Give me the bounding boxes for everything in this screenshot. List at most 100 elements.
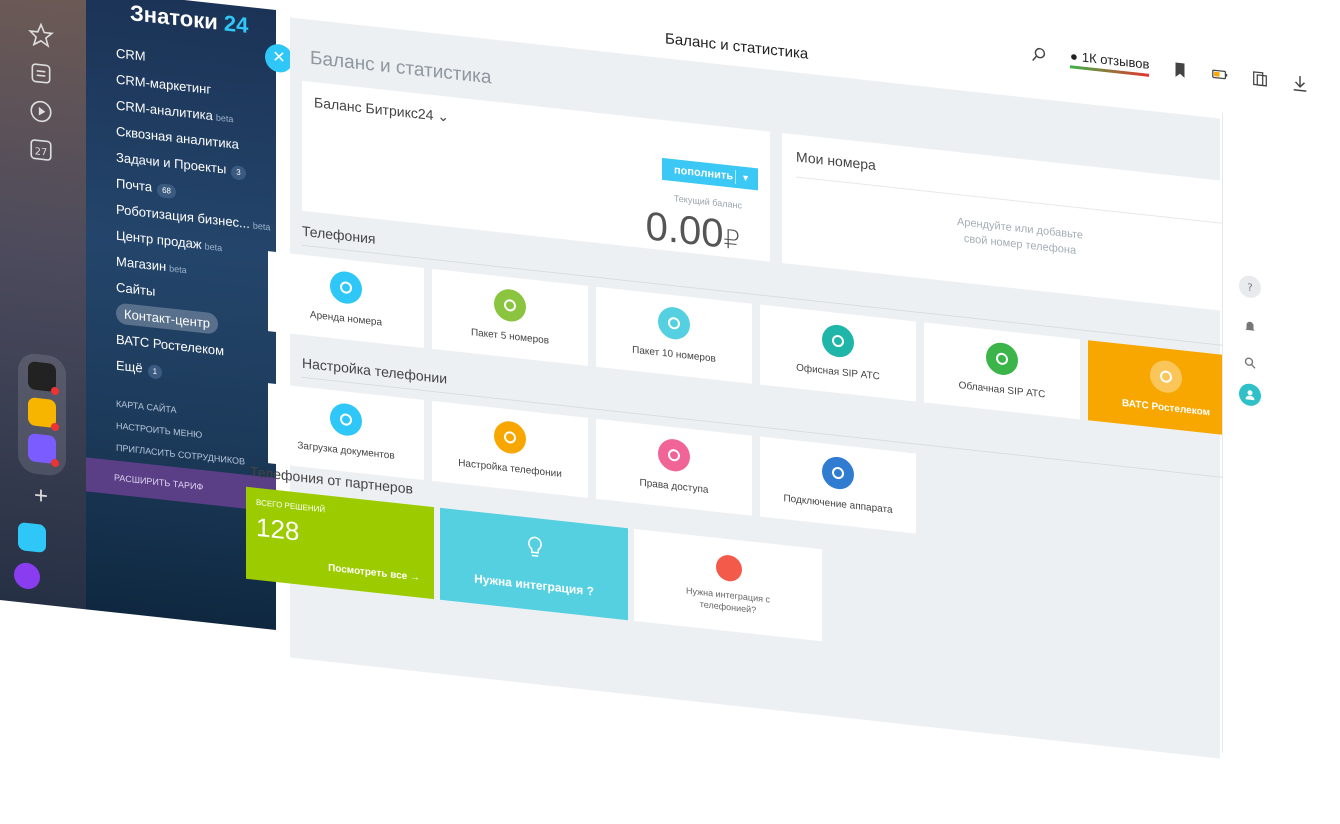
service-icon <box>1150 358 1182 395</box>
app-sparkle-icon[interactable] <box>28 361 59 396</box>
comment-icon: ● <box>1070 48 1078 65</box>
brand-name: Знатоки <box>130 0 218 35</box>
need-phone-integration-tile[interactable]: Нужна интеграция с телефонией? <box>634 528 822 642</box>
reviews-label: 1К отзывов <box>1081 49 1150 72</box>
app-mail-icon[interactable] <box>28 397 59 432</box>
service-tile[interactable]: Аренда номера <box>268 251 424 349</box>
calendar-icon[interactable]: 27 <box>28 135 54 164</box>
service-icon <box>822 455 854 491</box>
app-assistant-icon[interactable] <box>14 561 40 591</box>
sidebar-menu: CRM CRM-маркетинг CRM-аналитика beta Сквозна… <box>116 41 270 476</box>
service-icon <box>986 341 1018 377</box>
bell-icon[interactable] <box>1239 315 1261 339</box>
svg-text:?: ? <box>1247 283 1252 294</box>
beta-label: beta <box>169 263 187 276</box>
caret-down-icon[interactable]: ▼ <box>741 167 750 190</box>
ruble-sign: ₽ <box>723 223 740 256</box>
service-tile[interactable]: Настройка телефонии <box>432 400 588 498</box>
service-tile[interactable]: ВАТС Ростелеком✓ <box>1088 340 1250 438</box>
service-tile[interactable]: Офисная SIP АТС <box>760 304 916 402</box>
need-integration-tile[interactable]: Нужна интеграция ? <box>440 507 628 621</box>
section-settings: Настройка телефонии <box>302 354 448 387</box>
zoom-icon[interactable] <box>1030 45 1048 65</box>
sidebar-item-label: CRM-маркетинг <box>116 71 212 97</box>
star-icon[interactable] <box>28 21 54 50</box>
service-tile[interactable]: Пакет 10 номеров <box>596 286 752 384</box>
balance-value: 0.00₽ <box>645 204 740 257</box>
download-icon[interactable] <box>1291 73 1309 93</box>
my-numbers-title: Мои номера <box>796 148 876 174</box>
tabs-icon[interactable] <box>1251 69 1269 89</box>
topup-button[interactable]: пополнить ▼ <box>662 157 758 191</box>
play-icon[interactable] <box>28 97 54 126</box>
service-icon <box>494 419 526 456</box>
page-header-title: Баланс и статистика <box>665 30 809 63</box>
my-numbers-card: Мои номера Арендуйте или добавьте свой н… <box>782 132 1258 315</box>
service-icon <box>658 437 690 473</box>
add-icon[interactable]: + <box>28 482 54 512</box>
help-icon[interactable]: ? <box>1239 274 1261 299</box>
lightbulb-icon <box>522 533 548 562</box>
battery-icon[interactable] <box>1211 65 1229 85</box>
service-icon <box>822 323 854 359</box>
sidebar-item-label: Сайты <box>116 279 156 299</box>
service-icon <box>330 269 362 306</box>
service-tile-label: Аренда номера <box>309 309 383 329</box>
service-tile-label: Пакет 10 номеров <box>632 344 716 365</box>
beta-label: beta <box>204 241 223 254</box>
beta-label: beta <box>215 112 234 125</box>
service-tile[interactable]: Права доступа <box>596 418 752 516</box>
total-solutions-count: 128 <box>256 511 300 547</box>
service-tile-label: Подключение аппарата <box>783 493 893 516</box>
service-tile[interactable]: Облачная SIP АТС <box>924 322 1080 420</box>
service-tile-label: Настройка телефонии <box>458 457 562 481</box>
sidebar-item-label: Ещё <box>116 357 143 376</box>
user-avatar-icon[interactable] <box>1239 382 1261 407</box>
main-panel: Баланс и статистика Баланс Битрикс24 ⌄ п… <box>246 17 1258 759</box>
notes-icon[interactable] <box>28 59 54 88</box>
counter-badge: 1 <box>147 364 163 380</box>
service-tile[interactable]: Подключение аппарата <box>760 436 916 534</box>
service-tile[interactable]: Загрузка документов <box>268 383 424 481</box>
brand-title: Знатоки 24 <box>130 0 248 39</box>
page-title: Баланс и статистика <box>310 47 492 89</box>
app-send-icon[interactable] <box>18 521 46 553</box>
view-all-link[interactable]: Посмотреть все → <box>328 563 420 584</box>
beta-label: beta <box>252 220 271 233</box>
service-tile-label: Загрузка документов <box>297 440 395 462</box>
brand-number: 24 <box>223 10 249 38</box>
bookmark-icon[interactable] <box>1171 60 1189 80</box>
service-tile-label: Облачная SIP АТС <box>958 380 1046 401</box>
sidebar-item-label: Почта <box>116 175 153 195</box>
lightbulb-red-icon <box>716 553 742 583</box>
service-tile-label: Права доступа <box>639 477 709 496</box>
right-rail: ? <box>1222 112 1283 760</box>
counter-badge: 3 <box>231 165 246 181</box>
sidebar-item-label: CRM <box>116 45 146 64</box>
balance-title[interactable]: Баланс Битрикс24 ⌄ <box>314 94 449 126</box>
topup-label: пополнить <box>674 164 733 183</box>
service-icon <box>330 401 362 438</box>
need-phone-integration-label: Нужна интеграция с телефонией? <box>686 585 770 616</box>
service-icon <box>494 287 526 324</box>
app-dock: 27 + <box>0 0 86 610</box>
section-telephony: Телефония <box>302 222 376 247</box>
dock-apps-group <box>18 351 66 478</box>
my-numbers-empty: Арендуйте или добавьте свой номер телефо… <box>956 215 1083 257</box>
counter-badge: 68 <box>157 183 177 200</box>
tariff-label: Расширить тариф <box>114 472 204 493</box>
sidebar-item-label: Центр продаж <box>116 227 202 252</box>
need-integration-label: Нужна интеграция ? <box>474 571 594 599</box>
reviews-badge[interactable]: ● 1К отзывов <box>1070 48 1150 77</box>
service-icon <box>658 305 690 341</box>
service-tile-label: Офисная SIP АТС <box>796 362 880 383</box>
browser-toolbar: ● 1К отзывов <box>1030 44 1309 94</box>
service-tile-label: Пакет 5 номеров <box>470 327 550 347</box>
search-icon[interactable] <box>1239 351 1261 375</box>
app-messenger-icon[interactable] <box>28 433 59 468</box>
chevron-down-icon: ⌄ <box>437 107 450 125</box>
sidebar-item-label: Магазин <box>116 253 167 275</box>
service-tile[interactable]: Пакет 5 номеров <box>432 268 588 366</box>
total-solutions-label: Всего решений <box>256 497 326 515</box>
svg-text:27: 27 <box>35 146 47 158</box>
